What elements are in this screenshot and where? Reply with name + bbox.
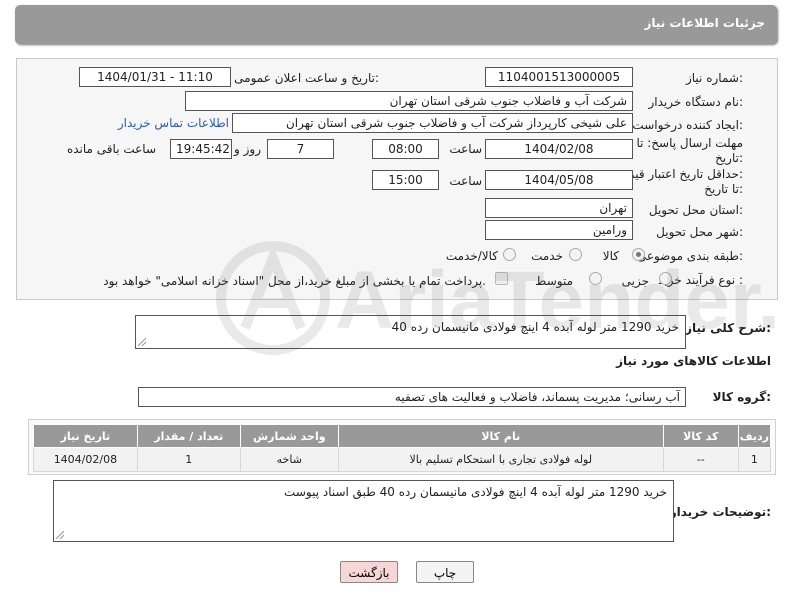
col-header-code: کد کالا <box>662 424 739 448</box>
city-label: شهر محل تحویل: <box>656 225 743 239</box>
cell-unit: شاخه <box>239 447 339 472</box>
resize-grip-icon[interactable] <box>138 338 146 346</box>
deadline-time-field[interactable]: 08:00 <box>372 139 439 159</box>
province-field[interactable]: تهران <box>485 198 633 218</box>
items-table: ردیف کد کالا نام کالا واحد شمارش تعداد /… <box>33 424 772 472</box>
treasury-checkbox[interactable] <box>495 272 508 285</box>
price-validity-label-line1: حداقل تاریخ اعتبار قیمت: <box>616 167 743 181</box>
remaining-label: ساعت باقی مانده <box>66 142 156 156</box>
process-radio-minor[interactable] <box>659 272 672 285</box>
creator-field[interactable]: علی شیخی کارپرداز شرکت آب و فاضلاب جنوب … <box>232 113 633 133</box>
summary-textarea[interactable]: خرید 1290 متر لوله آبده 4 اینچ فولادی ما… <box>135 315 686 349</box>
summary-text: خرید 1290 متر لوله آبده 4 اینچ فولادی ما… <box>391 320 679 334</box>
back-button[interactable]: بازگشت <box>340 561 398 583</box>
buyer-notes-text: خرید 1290 متر لوله آبده 4 اینچ فولادی ما… <box>284 485 667 499</box>
deadline-days-field[interactable]: 7 <box>267 139 334 159</box>
deadline-label-line1: مهلت ارسال پاسخ: تا <box>636 136 743 150</box>
need-number-label: شماره نیاز: <box>685 71 743 85</box>
process-option-minor: جزیی <box>621 274 649 288</box>
page-title: جزئیات اطلاعات نیاز <box>644 16 765 30</box>
price-validity-time-label: ساعت <box>449 174 482 188</box>
days-label: روز و <box>234 142 261 156</box>
page-header: جزئیات اطلاعات نیاز <box>15 5 777 44</box>
category-option-goods: کالا <box>602 249 619 263</box>
col-header-unit: واحد شمارش <box>239 424 339 448</box>
price-validity-label-line2: تا تاریخ: <box>704 182 743 196</box>
category-radio-goods[interactable] <box>632 248 645 261</box>
cell-row-number: 1 <box>737 447 772 472</box>
goods-group-field[interactable]: آب رسانی؛ مدیریت پسماند، فاضلاب و فعالیت… <box>138 387 686 407</box>
cell-quantity: 1 <box>136 447 241 472</box>
buyer-contact-link[interactable]: اطلاعات تماس خریدار <box>118 116 229 130</box>
category-radio-goods-service[interactable] <box>503 248 516 261</box>
process-option-medium: متوسط <box>535 274 573 288</box>
process-radio-medium[interactable] <box>589 272 602 285</box>
need-details-page: جزئیات اطلاعات نیاز شماره نیاز: 11040015… <box>0 0 788 598</box>
col-header-row-number: ردیف <box>737 424 772 448</box>
goods-info-title: اطلاعات کالاهای مورد نیاز <box>616 354 771 368</box>
city-field[interactable]: ورامین <box>485 220 633 240</box>
col-header-name: نام کالا <box>337 424 664 448</box>
resize-grip-icon[interactable] <box>56 531 64 539</box>
price-validity-time-field[interactable]: 15:00 <box>372 170 439 190</box>
deadline-time-label: ساعت <box>449 142 482 156</box>
buyer-notes-label: توضیحات خریدار: <box>669 505 771 519</box>
deadline-label-line2: تاریخ: <box>715 151 743 165</box>
cell-code: -- <box>662 447 739 472</box>
category-radio-service[interactable] <box>569 248 582 261</box>
treasury-note: پرداخت تمام یا بخشی از مبلغ خرید،از محل … <box>103 274 486 288</box>
announce-field[interactable]: 1404/01/31 - 11:10 <box>79 67 231 87</box>
creator-label: ایجاد کننده درخواست: <box>632 118 743 132</box>
summary-label: شرح کلی نیاز: <box>685 321 771 335</box>
buyer-notes-textarea[interactable]: خرید 1290 متر لوله آبده 4 اینچ فولادی ما… <box>53 480 674 542</box>
col-header-date: تاریخ نیاز <box>33 424 138 448</box>
table-row[interactable]: 1 -- لوله فولادی تجاری با استحکام تسلیم … <box>33 447 772 472</box>
print-button[interactable]: چاپ <box>416 561 474 583</box>
buyer-org-label: نام دستگاه خریدار: <box>648 95 744 109</box>
category-option-goods-service: کالا/خدمت <box>445 249 498 263</box>
cell-date: 1404/02/08 <box>33 447 138 472</box>
deadline-date-field[interactable]: 1404/02/08 <box>485 139 633 159</box>
price-validity-date-field[interactable]: 1404/05/08 <box>485 170 633 190</box>
category-option-service: خدمت <box>531 249 563 263</box>
buyer-org-field[interactable]: شرکت آب و فاضلاب جنوب شرقی استان تهران <box>185 91 633 111</box>
category-label: طبقه بندی موضوعی: <box>636 249 743 263</box>
province-label: استان محل تحویل: <box>648 203 743 217</box>
announce-label: تاریخ و ساعت اعلان عمومی: <box>234 71 379 85</box>
col-header-quantity: تعداد / مقدار <box>136 424 241 448</box>
goods-group-label: گروه کالا: <box>712 390 771 404</box>
cell-name: لوله فولادی تجاری با استحکام تسلیم بالا <box>337 447 664 472</box>
table-header-row: ردیف کد کالا نام کالا واحد شمارش تعداد /… <box>33 424 772 448</box>
remaining-time-field[interactable]: 19:45:42 <box>170 139 232 159</box>
need-number-field[interactable]: 1104001513000005 <box>485 67 633 87</box>
